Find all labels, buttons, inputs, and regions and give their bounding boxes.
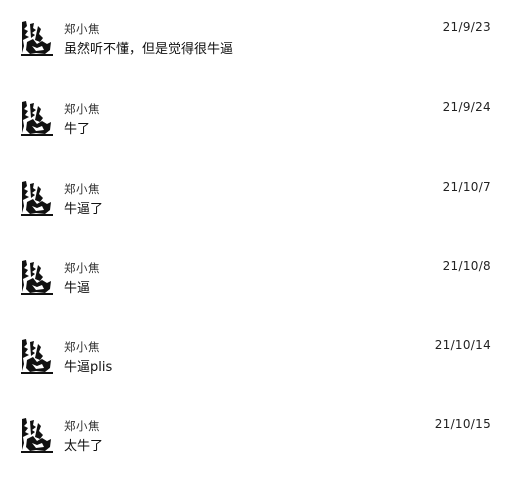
username[interactable]: 郑小焦 (64, 418, 100, 434)
comment-date: 21/10/14 (434, 338, 491, 352)
comment-item: 郑小焦 21/9/23 虽然听不懂，但是觉得很牛逼 (0, 20, 529, 80)
comment-text: 牛了 (64, 122, 91, 137)
comment-date: 21/9/23 (442, 20, 491, 34)
comment-text: 牛逼 (64, 281, 91, 296)
username[interactable]: 郑小焦 (64, 339, 100, 355)
avatar[interactable] (21, 338, 53, 374)
avatar[interactable] (21, 20, 53, 56)
comment-date: 21/10/7 (442, 180, 491, 194)
comment-item: 郑小焦 21/10/15 太牛了 (0, 417, 529, 477)
comment-text: 太牛了 (64, 439, 104, 454)
avatar[interactable] (21, 417, 53, 453)
comment-date: 21/10/15 (434, 417, 491, 431)
comment-text: 虽然听不懂，但是觉得很牛逼 (64, 42, 234, 57)
avatar[interactable] (21, 180, 53, 216)
username[interactable]: 郑小焦 (64, 21, 100, 37)
comment-date: 21/10/8 (442, 259, 491, 273)
username[interactable]: 郑小焦 (64, 181, 100, 197)
comment-text: 牛逼了 (64, 202, 104, 217)
comment-date: 21/9/24 (442, 100, 491, 114)
comment-text: 牛逼plis (64, 360, 113, 375)
comment-item: 郑小焦 21/10/7 牛逼了 (0, 180, 529, 240)
comment-list: 郑小焦 21/9/23 虽然听不懂，但是觉得很牛逼 郑小焦 21/9/24 牛了 (0, 0, 529, 471)
comment-item: 郑小焦 21/9/24 牛了 (0, 100, 529, 160)
username[interactable]: 郑小焦 (64, 101, 100, 117)
comment-item: 郑小焦 21/10/14 牛逼plis (0, 338, 529, 398)
username[interactable]: 郑小焦 (64, 260, 100, 276)
avatar[interactable] (21, 259, 53, 295)
avatar[interactable] (21, 100, 53, 136)
comment-item: 郑小焦 21/10/8 牛逼 (0, 259, 529, 319)
